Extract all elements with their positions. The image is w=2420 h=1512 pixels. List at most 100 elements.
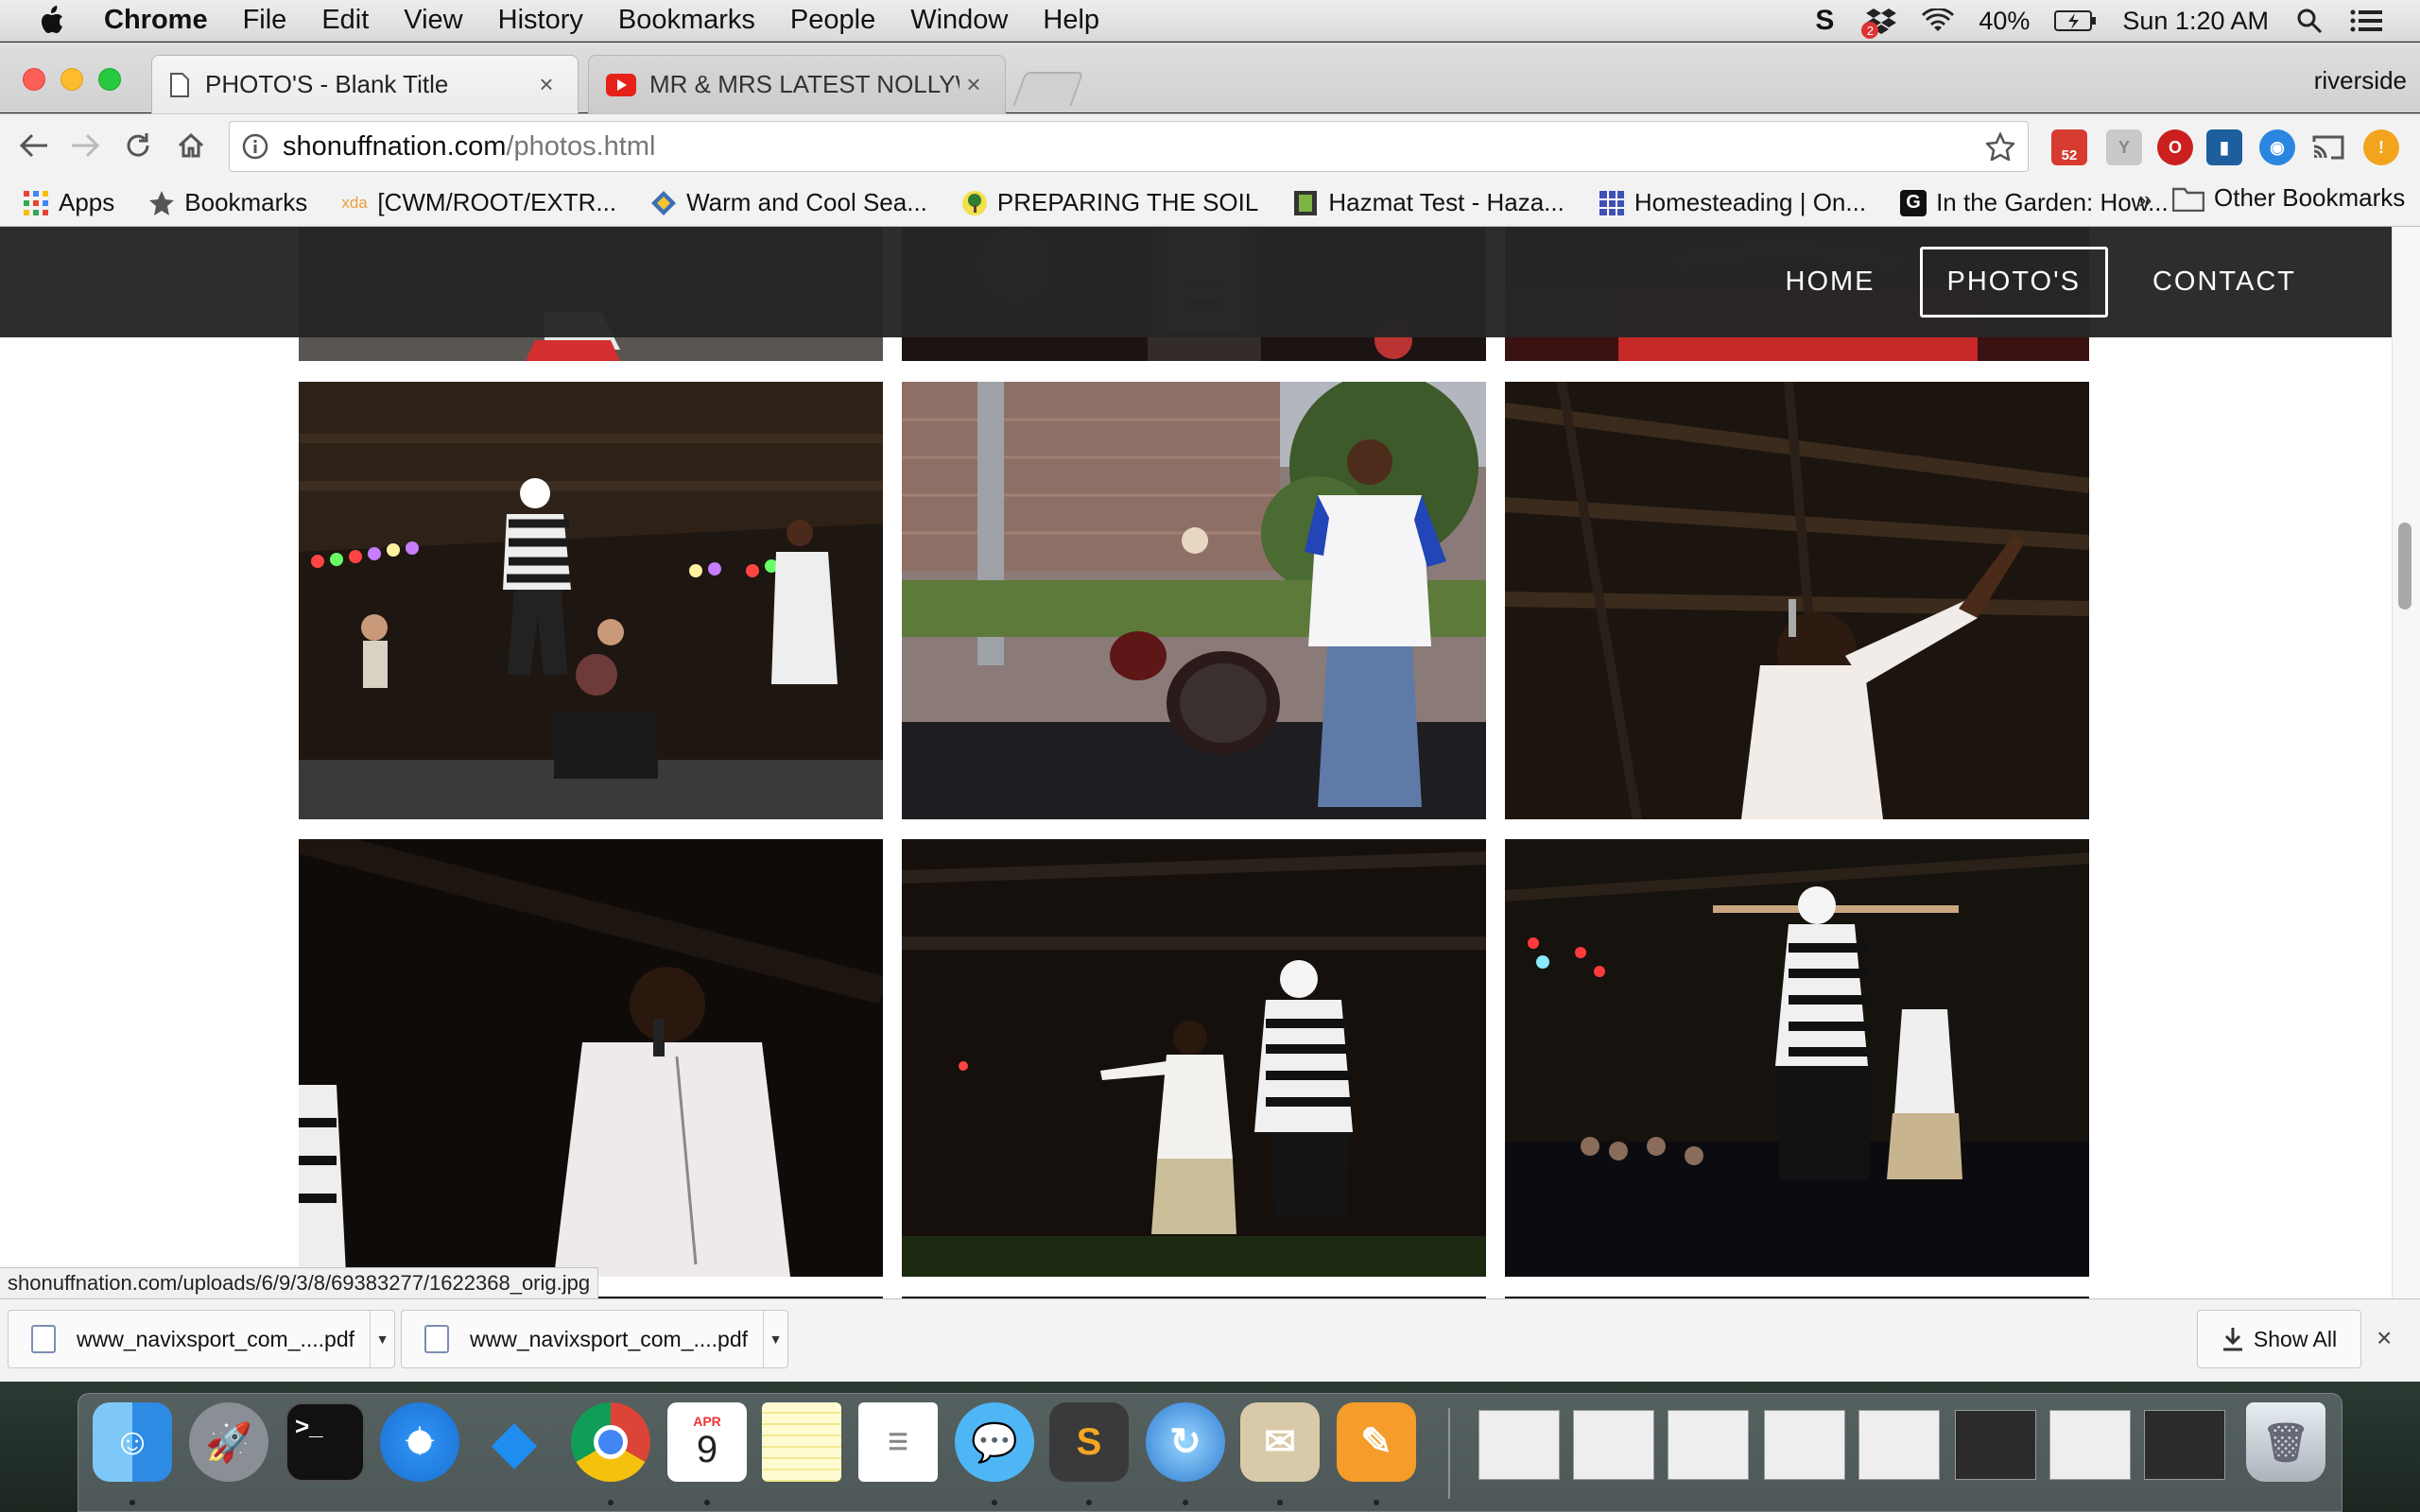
- tab-close-icon[interactable]: ×: [959, 70, 988, 99]
- forward-button[interactable]: [64, 125, 106, 166]
- reload-button[interactable]: [117, 125, 159, 166]
- menu-bookmarks[interactable]: Bookmarks: [618, 5, 755, 36]
- page-scrollbar-thumb[interactable]: [2398, 523, 2411, 610]
- menu-window[interactable]: Window: [910, 5, 1008, 36]
- window-zoom-button[interactable]: [98, 68, 121, 91]
- notes-icon[interactable]: [762, 1402, 841, 1482]
- bookmark-hazmat[interactable]: Hazmat Test - Haza...: [1292, 188, 1564, 217]
- new-tab-button[interactable]: [1012, 72, 1084, 106]
- bookmark-label: PREPARING THE SOIL: [996, 188, 1259, 216]
- apple-menu-icon[interactable]: [34, 2, 72, 40]
- nav-photos[interactable]: PHOTO'S: [1919, 247, 2108, 318]
- bookmark-cwm-root[interactable]: xda [CWM/ROOT/EXTR...: [341, 188, 616, 217]
- gallery-photo[interactable]: [1505, 839, 2089, 1277]
- bookmark-bookmarks[interactable]: Bookmarks: [148, 188, 307, 217]
- menu-clock[interactable]: Sun 1:20 AM: [2122, 7, 2269, 36]
- minimized-window-thumbnail[interactable]: [1668, 1410, 1749, 1480]
- window-minimize-button[interactable]: [60, 68, 83, 91]
- calendar-icon[interactable]: APR 9: [667, 1402, 747, 1482]
- download-menu-caret-icon[interactable]: ▼: [763, 1311, 787, 1367]
- migration-icon[interactable]: ↻: [1146, 1402, 1225, 1482]
- minimized-window-thumbnail[interactable]: [1478, 1410, 1560, 1480]
- spotlight-search-icon[interactable]: [2293, 5, 2325, 37]
- terminal-icon[interactable]: >_: [285, 1402, 365, 1482]
- menu-edit[interactable]: Edit: [321, 5, 369, 36]
- nav-contact[interactable]: CONTACT: [2125, 247, 2324, 318]
- tab-close-icon[interactable]: ×: [532, 70, 561, 99]
- gallery-photo[interactable]: [299, 382, 883, 819]
- opera-extension-icon[interactable]: O: [2157, 129, 2193, 165]
- safari-icon[interactable]: ✦: [380, 1402, 459, 1482]
- bookmark-preparing-soil[interactable]: PREPARING THE SOIL: [961, 188, 1258, 217]
- menu-help[interactable]: Help: [1043, 5, 1099, 36]
- nav-home[interactable]: HOME: [1758, 247, 1903, 318]
- minimized-window-thumbnail[interactable]: [2144, 1410, 2225, 1480]
- download-menu-caret-icon[interactable]: ▼: [370, 1311, 394, 1367]
- bookmark-label: Homesteading | On...: [1634, 188, 1867, 216]
- chrome-icon[interactable]: [571, 1402, 650, 1482]
- bookmark-warm-cool[interactable]: Warm and Cool Sea...: [650, 188, 927, 217]
- mail-icon[interactable]: ✉: [1240, 1402, 1320, 1482]
- cast-icon[interactable]: [2310, 129, 2346, 165]
- reminders-icon[interactable]: ☰: [858, 1402, 938, 1482]
- tab-title: PHOTO'S - Blank Title: [205, 70, 449, 98]
- profile-name[interactable]: riverside: [2314, 66, 2407, 95]
- gallery-photo[interactable]: [299, 839, 883, 1277]
- stats-extension-icon[interactable]: ▮: [2206, 129, 2242, 165]
- bookmark-star-icon[interactable]: [1986, 132, 2014, 161]
- battery-icon[interactable]: [2054, 5, 2098, 37]
- gallery-photo[interactable]: [902, 382, 1486, 819]
- bookmarks-overflow-chevron[interactable]: »: [2138, 185, 2152, 215]
- sublime-text-icon[interactable]: S: [1049, 1402, 1129, 1482]
- gallery-photo[interactable]: [1505, 382, 2089, 819]
- menu-status-area: S 2 40% Sun 1:20 AM: [1808, 0, 2382, 42]
- gallery-photo[interactable]: [902, 839, 1486, 1277]
- tab-nollywood[interactable]: MR & MRS LATEST NOLLYWOOD ×: [588, 55, 1006, 113]
- address-bar[interactable]: shonuffnation.com/photos.html: [229, 121, 2029, 172]
- menu-file[interactable]: File: [243, 5, 287, 36]
- gmail-extension-icon[interactable]: 52: [2051, 129, 2087, 165]
- bookmark-apps[interactable]: Apps: [23, 188, 114, 217]
- calendar-month: APR: [693, 1413, 721, 1429]
- menu-app-name[interactable]: Chrome: [104, 5, 208, 36]
- dropbox-status-icon[interactable]: 2: [1861, 5, 1897, 39]
- other-bookmarks-label: Other Bookmarks: [2214, 183, 2406, 212]
- show-all-downloads-button[interactable]: Show All: [2197, 1310, 2361, 1368]
- yslow-extension-icon[interactable]: Y: [2106, 129, 2142, 165]
- site-info-icon[interactable]: [241, 132, 269, 161]
- menu-view[interactable]: View: [404, 5, 462, 36]
- bookmark-in-the-garden[interactable]: G In the Garden: How...: [1900, 188, 2169, 217]
- minimized-window-thumbnail[interactable]: [2049, 1410, 2131, 1480]
- other-bookmarks-folder[interactable]: Other Bookmarks: [2172, 183, 2405, 213]
- minimized-window-thumbnail[interactable]: [1955, 1410, 2036, 1480]
- minimized-window-thumbnail[interactable]: [1573, 1410, 1654, 1480]
- download-item[interactable]: www_navixsport_com_....pdf ▼: [401, 1310, 788, 1368]
- notification-center-icon[interactable]: [2350, 5, 2382, 37]
- minimized-window-thumbnail[interactable]: [1858, 1410, 1940, 1480]
- dropbox-icon[interactable]: ◆: [475, 1402, 554, 1482]
- wifi-icon[interactable]: [1922, 5, 1955, 37]
- download-filename: www_navixsport_com_....pdf: [77, 1326, 355, 1351]
- menu-people[interactable]: People: [790, 5, 875, 36]
- home-button[interactable]: [170, 125, 212, 166]
- messages-icon[interactable]: 💬: [955, 1402, 1034, 1482]
- trash-icon[interactable]: 🗑: [2246, 1402, 2325, 1482]
- bookmark-label: Bookmarks: [184, 188, 308, 216]
- search-extension-icon[interactable]: ◉: [2259, 129, 2295, 165]
- launchpad-icon[interactable]: 🚀: [189, 1402, 268, 1482]
- running-indicator: [1374, 1500, 1379, 1505]
- pages-icon[interactable]: ✎: [1337, 1402, 1416, 1482]
- tab-photos[interactable]: PHOTO'S - Blank Title ×: [151, 55, 579, 113]
- url-host: shonuffnation.com: [283, 130, 507, 162]
- window-close-button[interactable]: [23, 68, 45, 91]
- skype-icon[interactable]: S: [1808, 5, 1841, 37]
- menu-history[interactable]: History: [498, 5, 583, 36]
- download-item[interactable]: www_navixsport_com_....pdf ▼: [8, 1310, 395, 1368]
- back-button[interactable]: [13, 125, 55, 166]
- minimized-window-thumbnail[interactable]: [1764, 1410, 1845, 1480]
- close-download-shelf-icon[interactable]: ×: [2377, 1323, 2392, 1353]
- page-scrollbar-track[interactable]: [2392, 227, 2420, 1298]
- bookmark-homesteading[interactable]: Homesteading | On...: [1599, 188, 1866, 217]
- finder-icon[interactable]: ☺: [93, 1402, 172, 1482]
- update-warning-icon[interactable]: !: [2363, 129, 2399, 165]
